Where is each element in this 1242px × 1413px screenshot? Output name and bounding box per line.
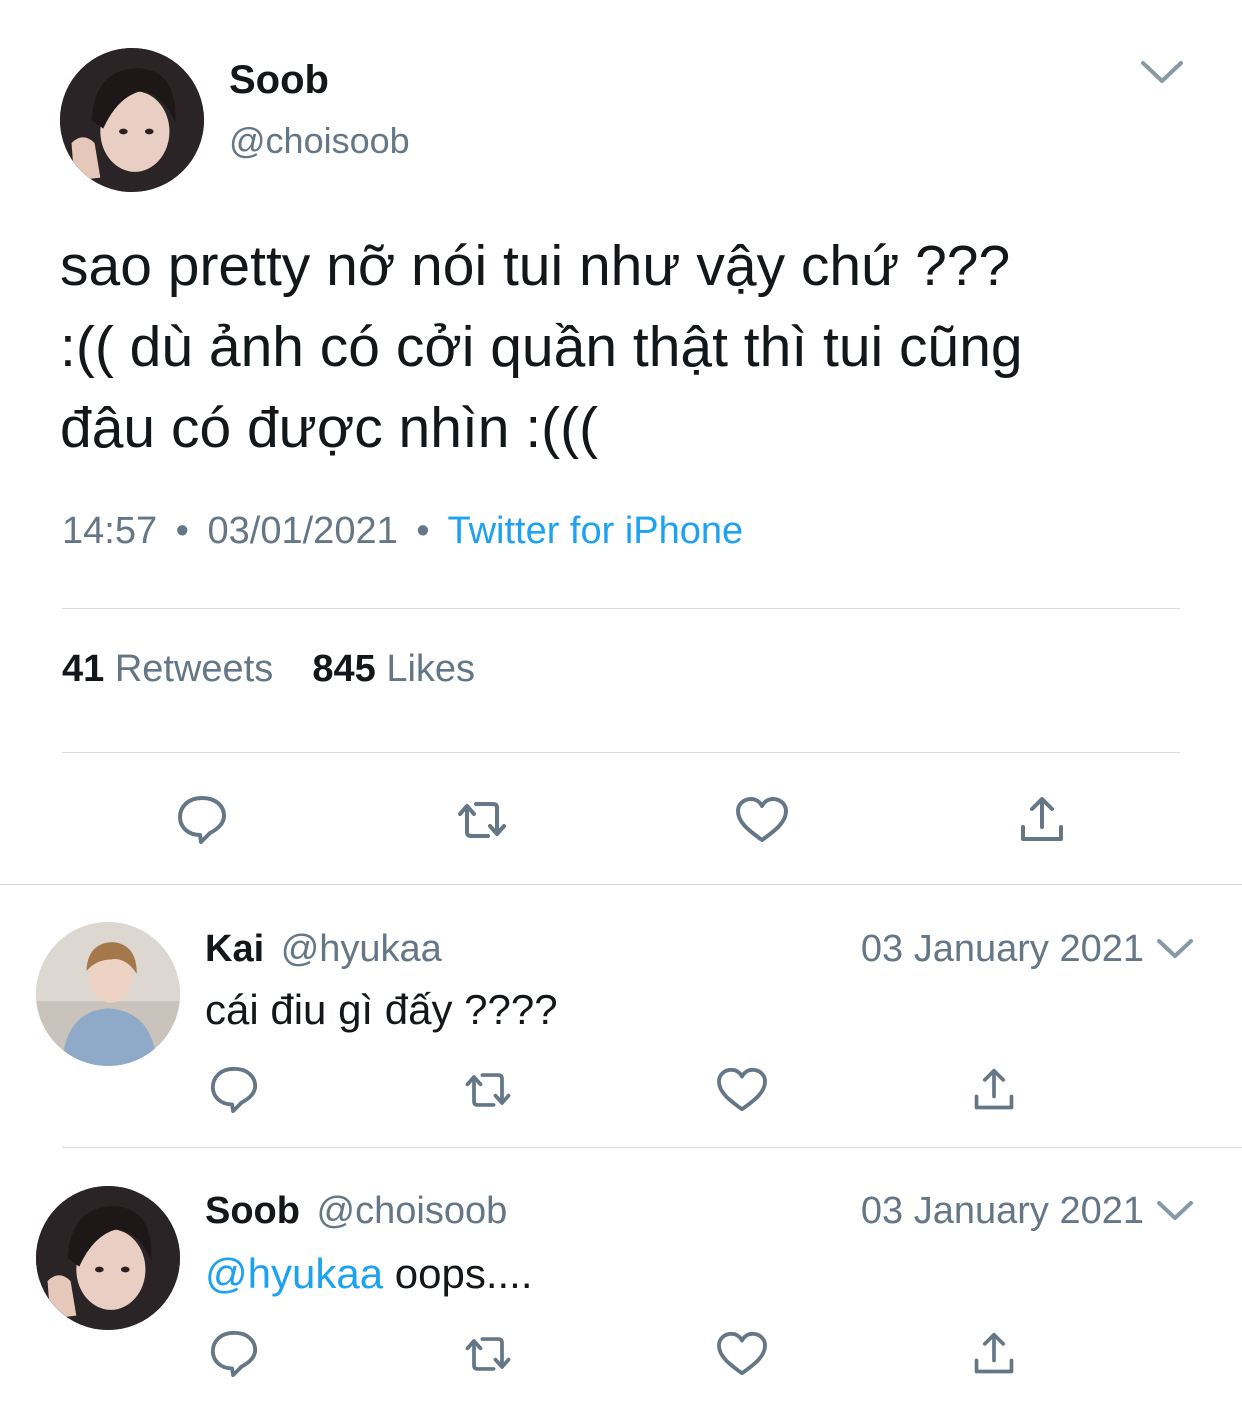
avatar-photo xyxy=(36,1186,180,1330)
avatar[interactable] xyxy=(36,1186,180,1330)
chevron-down-icon[interactable] xyxy=(1152,1194,1198,1228)
reply-date: 03 January 2021 xyxy=(860,1190,1144,1232)
reply-icon[interactable] xyxy=(204,1326,264,1382)
retweets-stat[interactable]: 41 Retweets xyxy=(62,648,273,690)
author-handle[interactable]: @choisoob xyxy=(229,120,410,162)
like-icon[interactable] xyxy=(712,1326,772,1382)
avatar-photo xyxy=(60,48,204,192)
divider xyxy=(62,1147,1242,1148)
retweet-label: Retweets xyxy=(114,648,274,690)
tweet-source-link[interactable]: Twitter for iPhone xyxy=(447,510,743,552)
reply-date: 03 January 2021 xyxy=(860,928,1144,970)
avatar[interactable] xyxy=(36,922,180,1066)
divider xyxy=(62,608,1180,609)
tweet-time: 14:57 xyxy=(62,510,158,552)
retweet-count: 41 xyxy=(62,648,105,690)
like-icon[interactable] xyxy=(730,790,794,850)
reply-text-container: @hyukaa oops.... xyxy=(205,1250,533,1298)
avatar-photo xyxy=(36,922,180,1066)
reply-icon[interactable] xyxy=(204,1062,264,1118)
meta-separator: • xyxy=(416,510,430,552)
author-name[interactable]: Soob xyxy=(229,58,329,103)
divider xyxy=(62,752,1180,753)
reply-header: Soob @choisoob xyxy=(205,1190,507,1233)
retweet-icon[interactable] xyxy=(458,1326,518,1382)
reply-icon[interactable] xyxy=(170,790,234,850)
tweet-stats: 41 Retweets 845 Likes xyxy=(62,648,475,691)
likes-stat[interactable]: 845 Likes xyxy=(312,648,475,690)
avatar[interactable] xyxy=(60,48,204,192)
tweet-date: 03/01/2021 xyxy=(207,510,398,552)
reply-header: Kai @hyukaa xyxy=(205,928,442,971)
chevron-down-icon[interactable] xyxy=(1152,932,1198,966)
share-icon[interactable] xyxy=(1010,790,1074,850)
reply-author-handle[interactable]: @hyukaa xyxy=(281,928,442,970)
tweet-meta: 14:57 • 03/01/2021 • Twitter for iPhone xyxy=(62,510,743,553)
like-label: Likes xyxy=(386,648,476,690)
reply-author-name[interactable]: Soob xyxy=(205,1190,300,1232)
like-icon[interactable] xyxy=(712,1062,772,1118)
reply-text: oops.... xyxy=(383,1250,533,1297)
retweet-icon[interactable] xyxy=(450,790,514,850)
reply-author-handle[interactable]: @choisoob xyxy=(317,1190,508,1232)
share-icon[interactable] xyxy=(964,1062,1024,1118)
tweet-text: sao pretty nỡ nói tui như vậy chứ ??? :(… xyxy=(60,234,1023,460)
mention-link[interactable]: @hyukaa xyxy=(205,1250,383,1297)
meta-separator: • xyxy=(175,510,189,552)
reply-author-name[interactable]: Kai xyxy=(205,928,264,970)
divider xyxy=(0,884,1242,885)
retweet-icon[interactable] xyxy=(458,1062,518,1118)
reply-text: cái điu gì đấy ???? xyxy=(205,986,558,1033)
like-count: 845 xyxy=(312,648,376,690)
chevron-down-icon[interactable] xyxy=(1134,52,1190,92)
share-icon[interactable] xyxy=(964,1326,1024,1382)
